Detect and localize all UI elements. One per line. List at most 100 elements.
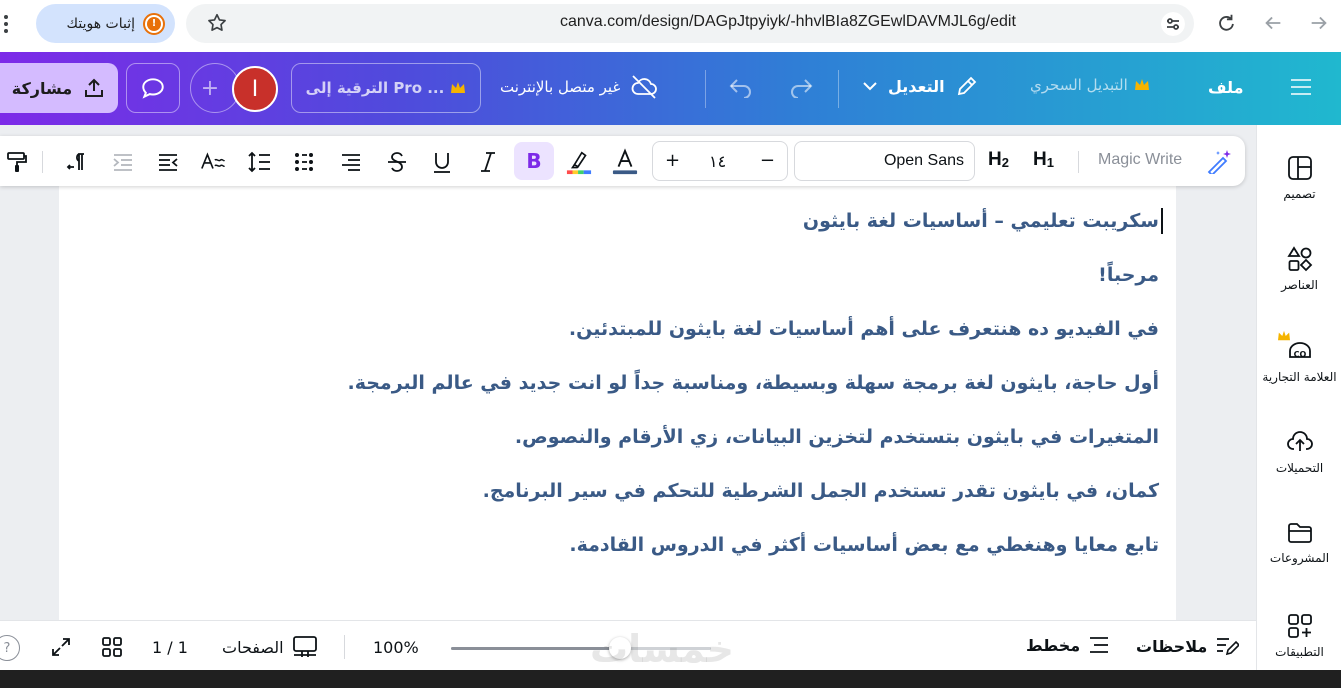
- document-text[interactable]: سكريبت تعليمي – أساسيات لغة بايثون مرحبا…: [348, 208, 1163, 586]
- hamburger-menu-icon[interactable]: [1290, 78, 1312, 96]
- redo-icon[interactable]: [788, 76, 814, 98]
- document-line[interactable]: تابع معايا وهنغطي مع بعض أساسيات أكثر في…: [348, 532, 1159, 558]
- document-line[interactable]: أول حاجة، بايثون لغة برمجة سهلة وبسيطة، …: [348, 370, 1160, 396]
- sidebar-item-uploads[interactable]: التحميلات: [1257, 429, 1341, 475]
- sidebar-item-label: المشروعات: [1269, 551, 1330, 565]
- watermark-logo: خمسات: [590, 627, 734, 671]
- text-format-toolbar: B + ١٤ − Open Sans H2 H1 Magic Write: [0, 136, 1245, 186]
- offline-label: غير متصل بالإنترنت: [500, 78, 621, 96]
- bookmark-star-icon[interactable]: [206, 12, 228, 34]
- heading-1-button[interactable]: H1: [1033, 149, 1054, 171]
- indent-icon: [113, 154, 132, 171]
- letter-spacing-button[interactable]: [200, 149, 226, 175]
- pages-label: الصفحات: [222, 637, 284, 657]
- edit-mode-label: التعديل: [888, 76, 945, 96]
- verify-identity-button[interactable]: إثبات هويتك !: [36, 4, 175, 43]
- upgrade-pro-button[interactable]: الترقية إلى Pro ...: [291, 63, 481, 113]
- paint-roller-icon: [7, 152, 27, 172]
- site-settings-icon[interactable]: [1161, 12, 1185, 36]
- text-color-button[interactable]: [612, 148, 638, 175]
- user-avatar[interactable]: I: [232, 66, 278, 112]
- align-right-button[interactable]: [338, 149, 364, 175]
- sidebar-item-label: العناصر: [1281, 278, 1318, 292]
- magic-write-button[interactable]: Magic Write: [1098, 151, 1182, 169]
- toolbar-divider: [42, 151, 43, 173]
- zoom-value[interactable]: 100%: [373, 638, 419, 657]
- notes-button[interactable]: ملاحظات: [1136, 635, 1240, 657]
- edit-mode-button[interactable]: التعديل: [862, 74, 979, 98]
- strikethrough-button[interactable]: [384, 149, 410, 175]
- crown-icon: [1278, 330, 1290, 341]
- sidebar-item-elements[interactable]: العناصر: [1257, 246, 1341, 292]
- back-arrow-icon[interactable]: [1262, 12, 1284, 34]
- line-spacing-button[interactable]: [246, 149, 272, 175]
- crown-icon: [451, 82, 466, 93]
- font-family-value: Open Sans: [883, 152, 964, 169]
- fullscreen-icon[interactable]: [50, 636, 72, 658]
- underline-button[interactable]: [429, 149, 455, 175]
- copy-style-button[interactable]: [4, 149, 30, 175]
- highlight-button[interactable]: [566, 149, 592, 175]
- avatar-initial: I: [251, 76, 259, 102]
- comment-icon: [142, 78, 164, 99]
- grid-view-icon[interactable]: [101, 636, 123, 658]
- line-spacing-icon: [248, 151, 270, 173]
- font-size-stepper[interactable]: + ١٤ −: [652, 141, 788, 181]
- italic-button[interactable]: [475, 149, 501, 175]
- undo-icon[interactable]: [728, 76, 754, 98]
- heading-2-label: H: [988, 149, 1002, 170]
- document-title[interactable]: سكريبت تعليمي – أساسيات لغة بايثون: [348, 208, 1163, 234]
- letter-spacing-icon: [201, 152, 225, 169]
- document-line[interactable]: في الفيديو ده هنتعرف على أهم أساسيات لغة…: [348, 316, 1159, 342]
- elements-icon: [1286, 246, 1312, 272]
- magic-wand-icon[interactable]: [1205, 148, 1233, 174]
- heading-2-button[interactable]: H2: [988, 149, 1009, 171]
- upgrade-label: الترقية إلى Pro ...: [305, 79, 445, 97]
- outline-button[interactable]: مخطط: [1026, 635, 1110, 655]
- sidebar-item-design[interactable]: تصميم: [1257, 155, 1341, 201]
- url-text[interactable]: canva.com/design/DAGpJtpyiyk/-hhvlBIa8ZG…: [560, 13, 1016, 31]
- font-family-select[interactable]: Open Sans: [794, 141, 975, 181]
- document-line[interactable]: مرحباً!: [348, 262, 1159, 288]
- sidebar-item-brand[interactable]: CO العلامة التجارية: [1257, 330, 1341, 384]
- magic-switch-label: التبديل السحري: [1030, 76, 1128, 94]
- rtl-paragraph-icon: [66, 153, 84, 170]
- font-size-value[interactable]: ١٤: [709, 152, 726, 171]
- uploads-icon: [1286, 431, 1313, 451]
- bullet-list-icon: [295, 153, 313, 171]
- pages-button[interactable]: الصفحات: [222, 635, 318, 659]
- notes-label: ملاحظات: [1136, 636, 1208, 656]
- editor-header: مشاركة + I الترقية إلى Pro ... غير متصل …: [0, 52, 1341, 125]
- outline-icon: [1090, 637, 1109, 653]
- heading-1-label: H: [1033, 149, 1047, 170]
- underline-icon: [434, 153, 450, 173]
- offline-status: غير متصل بالإنترنت: [500, 74, 658, 100]
- forward-arrow-icon[interactable]: [1308, 12, 1330, 34]
- os-taskbar: [0, 670, 1341, 688]
- projects-icon: [1287, 523, 1312, 543]
- file-menu[interactable]: ملف: [1208, 78, 1244, 97]
- comment-button[interactable]: [126, 63, 180, 113]
- pencil-icon: [957, 76, 976, 96]
- magic-switch-button[interactable]: التبديل السحري: [1030, 76, 1150, 94]
- italic-icon: [481, 152, 495, 172]
- sidebar-item-projects[interactable]: المشروعات: [1257, 521, 1341, 565]
- sidebar-item-apps[interactable]: التطبيقات: [1257, 613, 1341, 659]
- help-button[interactable]: ?: [0, 635, 20, 661]
- indent-button[interactable]: [110, 149, 136, 175]
- apps-icon: [1287, 614, 1312, 638]
- cloud-off-icon: [631, 75, 658, 99]
- decrease-font-icon[interactable]: −: [760, 150, 775, 171]
- share-button[interactable]: مشاركة: [0, 63, 118, 113]
- document-line[interactable]: كمان، في بايثون تقدر تستخدم الجمل الشرطي…: [348, 478, 1159, 504]
- outdent-button[interactable]: [155, 149, 181, 175]
- browser-toolbar: إثبات هويتك ! canva.com/design/DAGpJtpyi…: [0, 0, 1341, 52]
- list-button[interactable]: [292, 149, 318, 175]
- text-direction-button[interactable]: [64, 149, 90, 175]
- bold-button[interactable]: B: [514, 142, 554, 180]
- reload-icon[interactable]: [1215, 12, 1237, 34]
- document-line[interactable]: المتغيرات في بايثون بتستخدم لتخزين البيا…: [348, 424, 1159, 450]
- browser-menu-icon[interactable]: [2, 12, 10, 36]
- increase-font-icon[interactable]: +: [665, 150, 680, 171]
- bold-icon: B: [526, 149, 542, 173]
